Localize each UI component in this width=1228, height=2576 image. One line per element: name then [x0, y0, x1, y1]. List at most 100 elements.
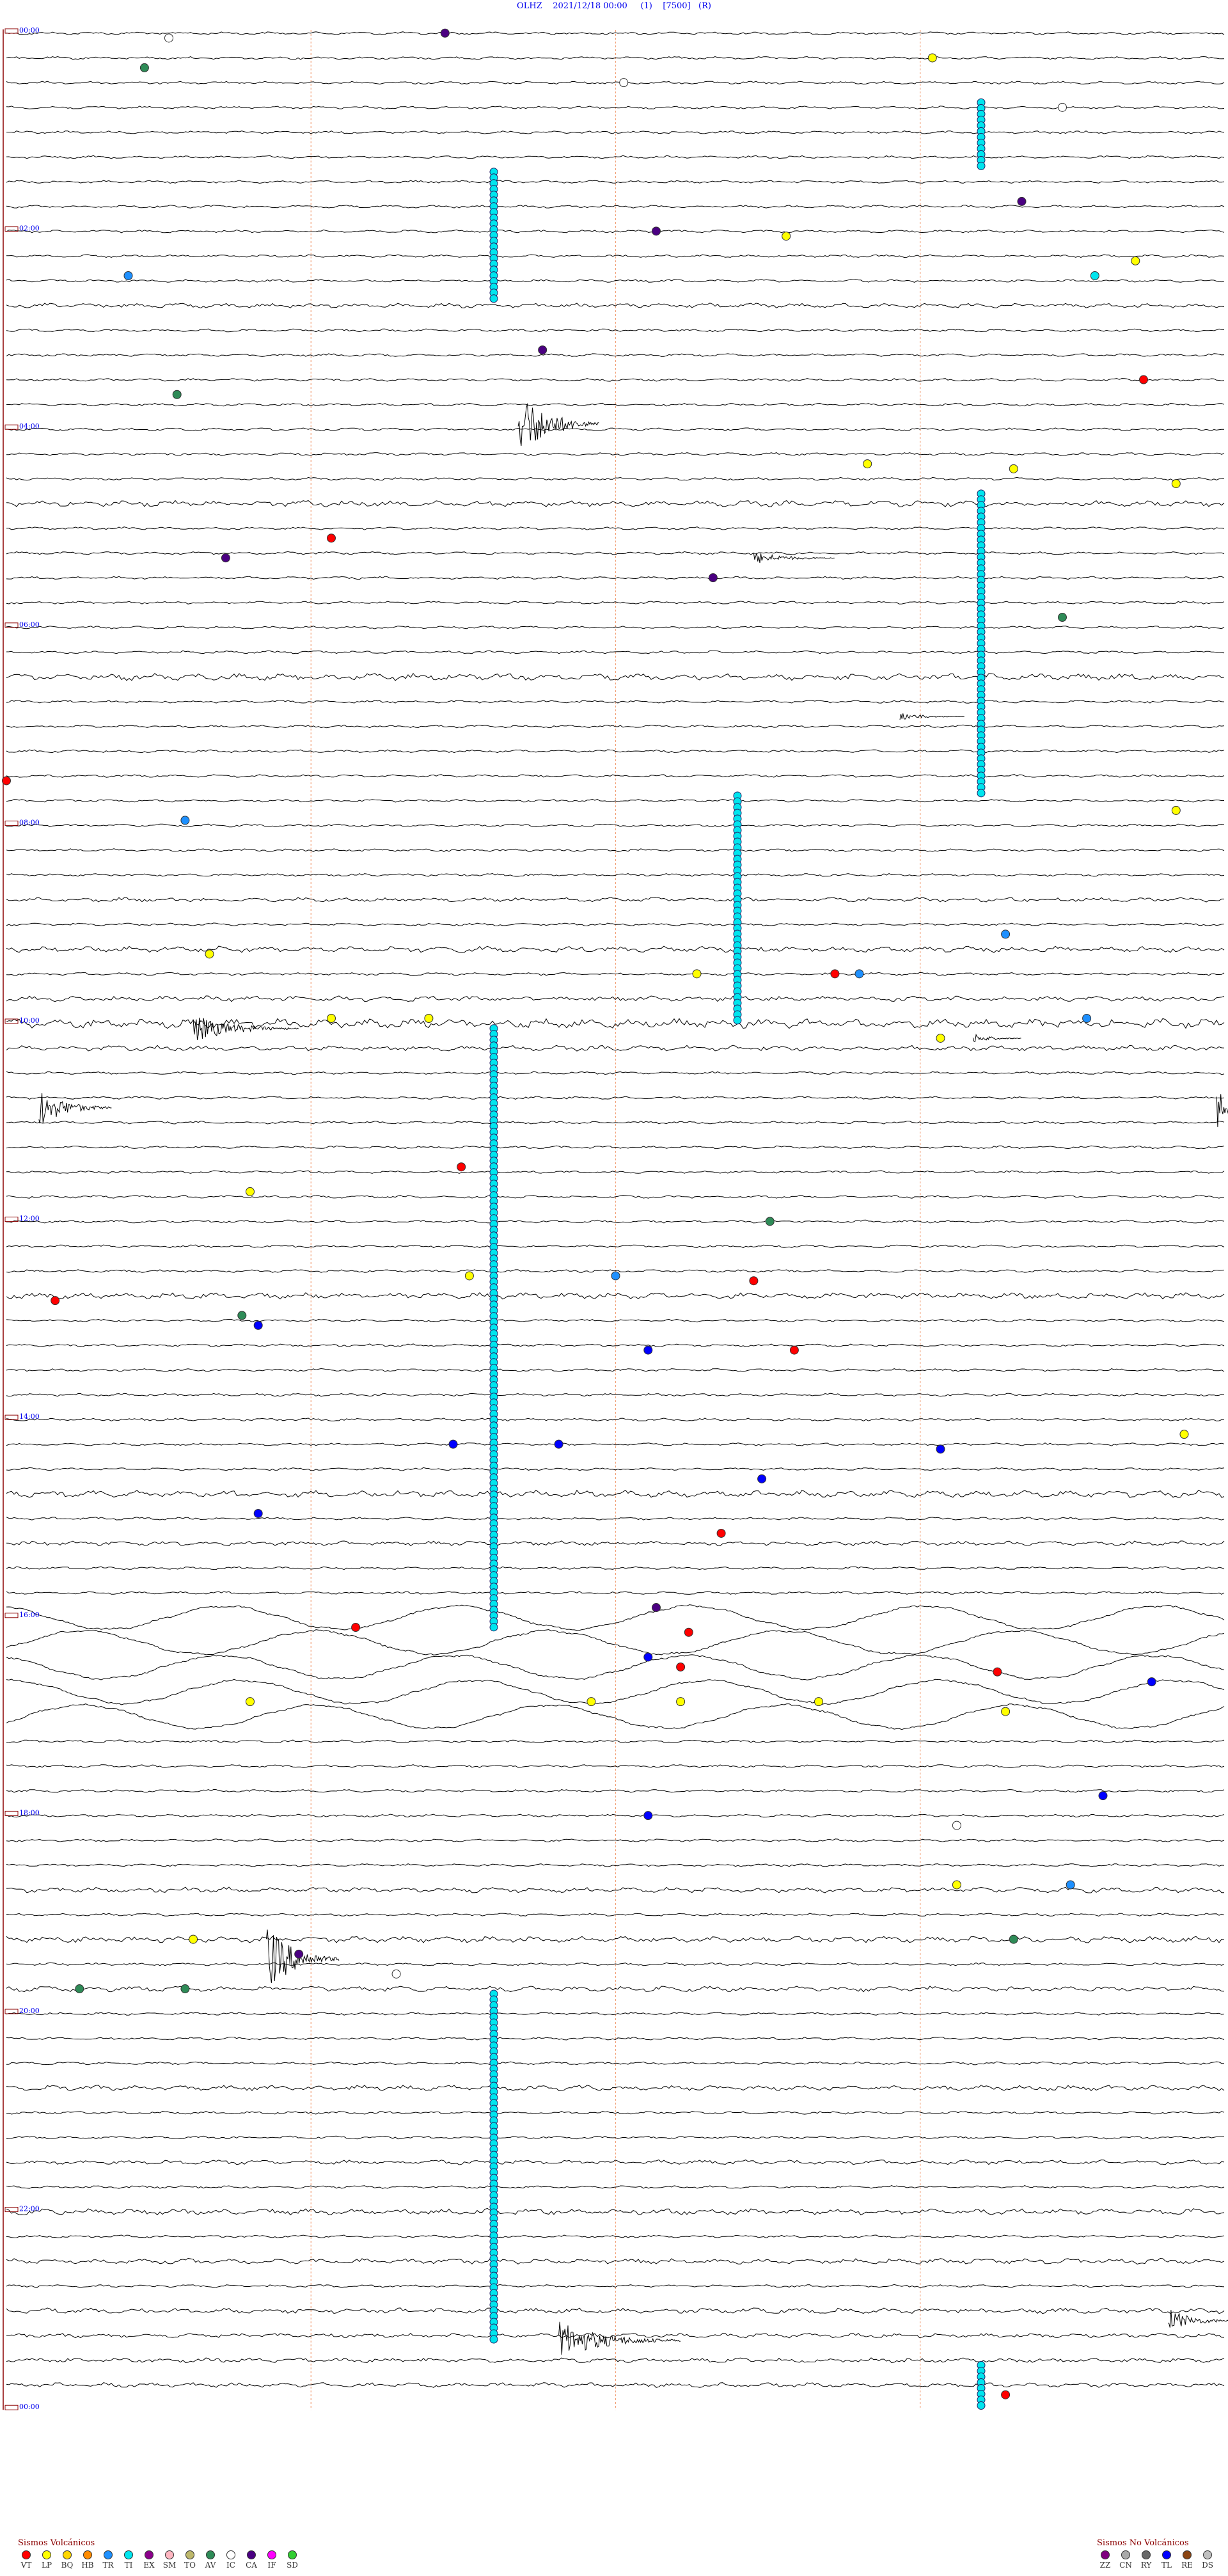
seismic-burst — [193, 1017, 299, 1040]
event-marker-tr — [123, 271, 133, 280]
event-marker-ti — [977, 161, 986, 170]
legend-item-bq: BQ — [59, 2550, 75, 2570]
legend-code: TL — [1161, 2561, 1172, 2570]
legend-item-ti: TI — [120, 2550, 137, 2570]
legend-code: VT — [20, 2561, 32, 2570]
legend-dot-icon — [1142, 2550, 1151, 2559]
legend-item-ic: IC — [223, 2550, 239, 2570]
event-marker-vt — [684, 1627, 693, 1637]
event-marker-tl — [448, 1439, 458, 1449]
hour-marker-box — [4, 1613, 19, 1618]
event-marker-ca — [538, 345, 547, 355]
legend-dot-icon — [1162, 2550, 1171, 2559]
legend-item-ds: DS — [1199, 2550, 1216, 2570]
legend-dot-icon — [206, 2550, 215, 2559]
event-marker-ti — [489, 294, 498, 303]
legend-code: IF — [267, 2561, 276, 2570]
hour-label: 20:00 — [19, 2007, 40, 2015]
hour-label: 10:00 — [19, 1016, 40, 1025]
event-marker-lp — [1001, 1707, 1011, 1716]
legend-dot-icon — [124, 2550, 133, 2559]
event-marker-ca — [708, 573, 718, 583]
event-marker-av — [75, 1984, 84, 1994]
event-marker-lp — [246, 1187, 255, 1196]
event-marker-lp — [692, 969, 702, 979]
seismic-burst — [517, 403, 599, 446]
legend-item-cn: CN — [1117, 2550, 1134, 2570]
legend-code: RE — [1181, 2561, 1193, 2570]
event-marker-vt — [789, 1345, 799, 1355]
legend-dot-icon — [185, 2550, 194, 2559]
event-marker-tr — [1066, 1880, 1075, 1890]
hour-label: 04:00 — [19, 422, 40, 431]
event-marker-tr — [1001, 929, 1011, 939]
event-marker-ca — [1017, 196, 1027, 206]
legend-code: TI — [124, 2561, 133, 2570]
legend-nonvolcanic-title: Sismos No Volcánicos — [1097, 2538, 1189, 2548]
legend-code: RY — [1140, 2561, 1152, 2570]
legend-item-ex: EX — [141, 2550, 157, 2570]
legend-item-zz: ZZ — [1097, 2550, 1114, 2570]
event-marker-tl — [643, 1811, 653, 1821]
legend-code: AV — [205, 2561, 216, 2570]
hour-marker-box — [4, 820, 19, 826]
event-marker-lp — [246, 1697, 255, 1707]
event-marker-lp — [814, 1697, 823, 1707]
trace-line — [6, 672, 1225, 681]
trace-line — [6, 1018, 1225, 1029]
hour-label: 06:00 — [19, 620, 40, 629]
trace-line — [6, 897, 1224, 903]
event-marker-ti — [977, 789, 986, 798]
legend-dot-icon — [165, 2550, 174, 2559]
legend-item-to: TO — [182, 2550, 198, 2570]
event-marker-ic — [164, 33, 173, 43]
legend-code: SD — [287, 2561, 298, 2570]
event-marker-lp — [927, 53, 937, 63]
hour-label: 00:00 — [19, 2403, 40, 2411]
event-marker-tl — [253, 1509, 263, 1518]
event-marker-lp — [1171, 479, 1181, 489]
event-marker-lp — [586, 1697, 596, 1707]
legend-code: TR — [102, 2561, 114, 2570]
event-marker-ti — [733, 1016, 742, 1025]
legend-item-sd: SD — [284, 2550, 301, 2570]
trace-line — [6, 2284, 1225, 2288]
hour-label: 00:00 — [19, 26, 40, 35]
event-marker-tl — [757, 1474, 767, 1483]
legend-item-ry: RY — [1138, 2550, 1154, 2570]
legend-item-ca: CA — [243, 2550, 260, 2570]
event-marker-lp — [863, 459, 872, 469]
event-marker-ca — [294, 1949, 304, 1959]
event-marker-vt — [676, 1662, 686, 1671]
event-marker-vt — [830, 969, 840, 979]
event-marker-ic — [952, 1821, 961, 1830]
event-marker-tl — [1098, 1791, 1108, 1801]
event-marker-lp — [952, 1880, 961, 1890]
event-marker-vt — [2, 776, 11, 786]
event-marker-lp — [1179, 1430, 1189, 1439]
event-marker-vt — [716, 1528, 726, 1538]
legend-code: ZZ — [1099, 2561, 1111, 2570]
seismic-burst — [899, 713, 964, 720]
event-marker-lp — [205, 949, 214, 959]
hour-marker-box — [4, 2405, 19, 2410]
event-marker-lp — [464, 1271, 474, 1281]
event-marker-vt — [351, 1623, 361, 1632]
event-marker-lp — [936, 1033, 945, 1043]
event-marker-vt — [457, 1162, 466, 1172]
legend-code: BQ — [61, 2561, 74, 2570]
event-marker-tl — [253, 1320, 263, 1330]
event-marker-vt — [51, 1296, 60, 1306]
legend-item-lp: LP — [38, 2550, 55, 2570]
event-marker-ca — [221, 553, 230, 563]
legend-dot-icon — [288, 2550, 297, 2559]
event-marker-av — [1058, 613, 1067, 622]
legend-dot-icon — [1183, 2550, 1192, 2559]
legend-code: CA — [246, 2561, 257, 2570]
seismic-burst — [972, 1033, 1021, 1043]
event-marker-tr — [1082, 1014, 1092, 1023]
legend-item-if: IF — [264, 2550, 280, 2570]
event-marker-lp — [1131, 256, 1140, 265]
event-marker-tr — [180, 816, 190, 825]
legend-dot-icon — [83, 2550, 92, 2559]
